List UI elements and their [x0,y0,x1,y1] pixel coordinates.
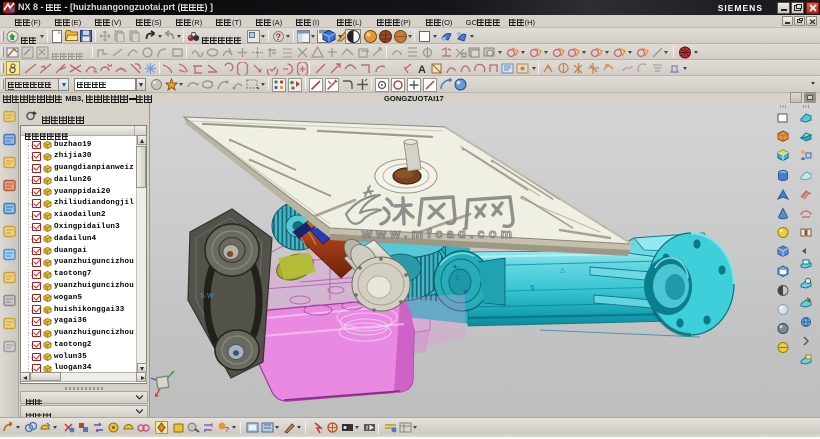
svg-text:?: ? [276,32,282,42]
svg-text:www.mfcad.com: www.mfcad.com [361,226,516,241]
svg-text:▼: ▼ [462,289,468,296]
svg-text:⇅: ⇅ [530,285,536,292]
svg-text:S·W: S·W [200,293,214,300]
svg-text:?: ? [225,427,229,434]
svg-text:A: A [418,64,426,75]
svg-text:⇅: ⇅ [455,275,461,282]
svg-text:▲: ▲ [452,263,458,270]
